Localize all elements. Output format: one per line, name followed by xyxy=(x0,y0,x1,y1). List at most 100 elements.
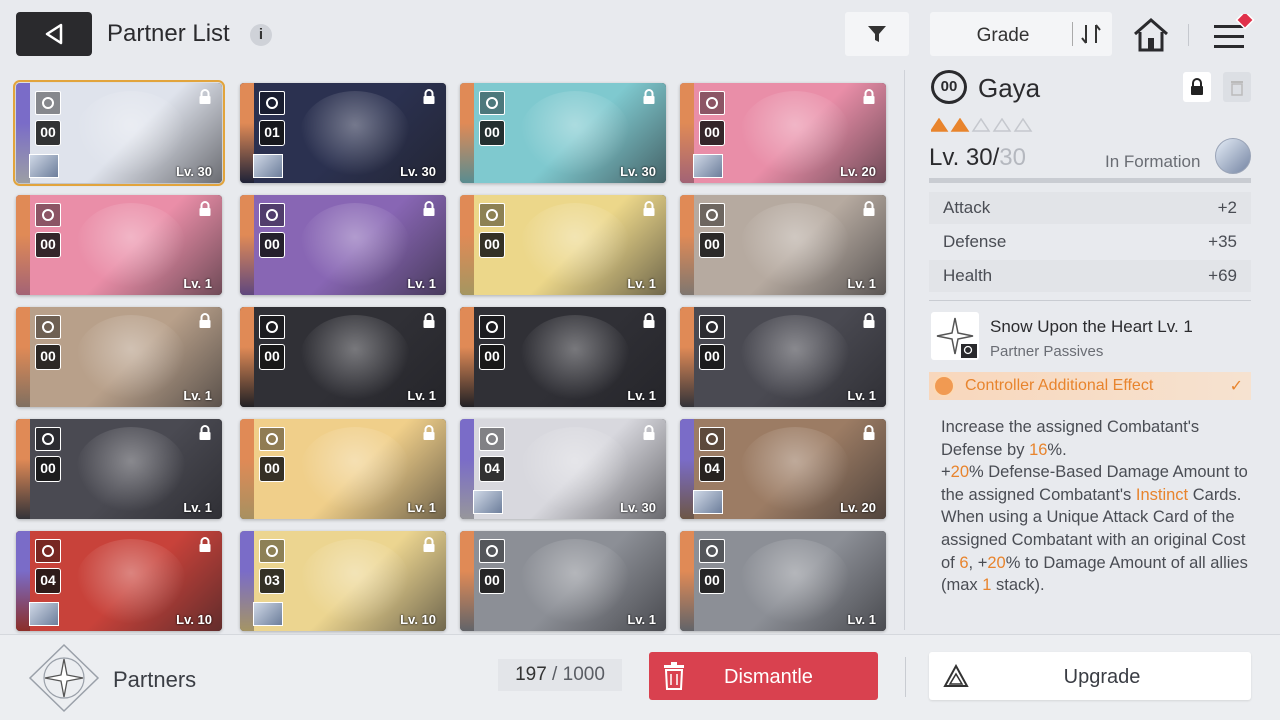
dismantle-button[interactable]: Dismantle xyxy=(649,652,878,700)
rank-number: 00 xyxy=(479,344,505,370)
stat-value: +69 xyxy=(1208,266,1237,285)
partner-card[interactable]: 00 Lv. 1 xyxy=(460,195,666,295)
formation-avatar[interactable] xyxy=(1215,138,1251,174)
lock-icon xyxy=(863,201,875,216)
partner-card[interactable]: 04 Lv. 20 xyxy=(680,419,886,519)
partner-card[interactable]: 00 Lv. 1 xyxy=(460,531,666,631)
rank-badge: 00 xyxy=(931,70,967,104)
home-icon[interactable] xyxy=(1131,16,1171,54)
shield-role-icon xyxy=(479,203,505,227)
card-level: Lv. 1 xyxy=(183,276,212,291)
card-level: Lv. 1 xyxy=(847,612,876,627)
rank-number: 00 xyxy=(35,120,61,146)
desc-text: %. xyxy=(1047,440,1067,459)
stat-value: +2 xyxy=(1217,198,1237,217)
formation-label: In Formation xyxy=(1105,152,1201,171)
partner-card[interactable]: 04 Lv. 30 xyxy=(460,419,666,519)
partner-face xyxy=(740,91,850,176)
desc-text: stack). xyxy=(991,576,1045,595)
card-level: Lv. 1 xyxy=(183,500,212,515)
effect-label: Controller Additional Effect xyxy=(965,377,1154,394)
lock-icon xyxy=(1191,78,1203,95)
sort-icon[interactable] xyxy=(1078,22,1104,46)
partner-face xyxy=(740,539,850,624)
partner-card[interactable]: 00 Lv. 1 xyxy=(16,307,222,407)
striker-role-icon xyxy=(699,539,725,563)
stat-label: Defense xyxy=(943,232,1007,251)
partner-card[interactable]: 00 Lv. 1 xyxy=(16,195,222,295)
partner-card[interactable]: 04 Lv. 10 xyxy=(16,531,222,631)
desc-text: , + xyxy=(968,553,988,572)
partner-card[interactable]: 00 Lv. 1 xyxy=(240,307,446,407)
partners-compass-icon xyxy=(28,643,100,713)
ranger-role-icon xyxy=(479,315,505,339)
skill-icon[interactable] xyxy=(931,312,979,360)
back-button[interactable] xyxy=(16,12,92,56)
partner-card[interactable]: 00 Lv. 1 xyxy=(680,195,886,295)
skill-name: Snow Upon the Heart Lv. 1 xyxy=(990,317,1193,336)
partner-card[interactable]: 00 Lv. 1 xyxy=(680,307,886,407)
desc-highlight: 6 xyxy=(959,553,969,572)
card-stripe xyxy=(240,83,254,183)
compass-star-icon xyxy=(936,317,977,358)
card-stripe xyxy=(460,531,474,631)
stat-label: Health xyxy=(943,266,993,285)
partner-card[interactable]: 03 Lv. 10 xyxy=(240,531,446,631)
partner-card[interactable]: 00 Lv. 30 xyxy=(13,80,225,186)
card-level: Lv. 10 xyxy=(176,612,212,627)
striker-role-icon xyxy=(259,203,285,227)
partner-face xyxy=(520,203,630,288)
card-stripe xyxy=(240,531,254,631)
controller-role-icon xyxy=(35,91,61,115)
check-icon: ✓ xyxy=(1229,378,1243,395)
filter-button[interactable] xyxy=(845,12,909,56)
partner-card[interactable]: 00 Lv. 1 xyxy=(680,531,886,631)
card-stripe xyxy=(16,195,30,295)
divider xyxy=(929,300,1251,301)
rank-number: 04 xyxy=(35,568,61,594)
lock-icon xyxy=(199,425,211,440)
card-level: Lv. 1 xyxy=(183,388,212,403)
skill-type: Partner Passives xyxy=(990,343,1104,360)
lock-icon xyxy=(423,201,435,216)
lock-icon xyxy=(643,201,655,216)
trash-icon xyxy=(1231,81,1243,96)
card-level: Lv. 20 xyxy=(840,164,876,179)
partner-card[interactable]: 01 Lv. 30 xyxy=(240,83,446,183)
back-arrow-icon xyxy=(45,23,63,45)
formation-mini-avatar xyxy=(473,490,503,514)
partner-card[interactable]: 00 Lv. 1 xyxy=(240,195,446,295)
discard-button[interactable] xyxy=(1223,72,1251,102)
rank-number: 00 xyxy=(479,232,505,258)
card-level: Lv. 30 xyxy=(176,164,212,179)
lock-icon xyxy=(199,89,211,104)
controller-effect-bar[interactable]: Controller Additional Effect ✓ xyxy=(929,372,1251,400)
rank-number: 03 xyxy=(259,568,285,594)
grade-star xyxy=(950,118,970,132)
rank-number: 00 xyxy=(35,344,61,370)
grade-star xyxy=(992,118,1012,132)
rank-number: 00 xyxy=(699,232,725,258)
grade-sort-button[interactable]: Grade xyxy=(930,12,1112,56)
partner-card[interactable]: 00 Lv. 1 xyxy=(16,419,222,519)
upgrade-button[interactable]: Upgrade xyxy=(929,652,1251,700)
partner-card[interactable]: 00 Lv. 30 xyxy=(460,83,666,183)
rank-number: 00 xyxy=(259,456,285,482)
card-stripe xyxy=(240,307,254,407)
lock-button[interactable] xyxy=(1183,72,1211,102)
lock-icon xyxy=(643,89,655,104)
partner-card[interactable]: 00 Lv. 1 xyxy=(460,307,666,407)
section-label: Partners xyxy=(113,667,197,692)
partner-face xyxy=(520,315,630,400)
card-level: Lv. 1 xyxy=(847,388,876,403)
count-max: 1000 xyxy=(562,664,605,685)
ranger-role-icon xyxy=(35,427,61,451)
desc-highlight: Instinct xyxy=(1135,485,1189,504)
partner-face xyxy=(300,539,410,624)
trash-icon xyxy=(664,662,684,690)
partner-card[interactable]: 00 Lv. 1 xyxy=(240,419,446,519)
menu-icon[interactable] xyxy=(1210,14,1256,54)
info-icon[interactable]: i xyxy=(250,24,272,46)
rank-number: 00 xyxy=(259,232,285,258)
partner-card[interactable]: 00 Lv. 20 xyxy=(680,83,886,183)
